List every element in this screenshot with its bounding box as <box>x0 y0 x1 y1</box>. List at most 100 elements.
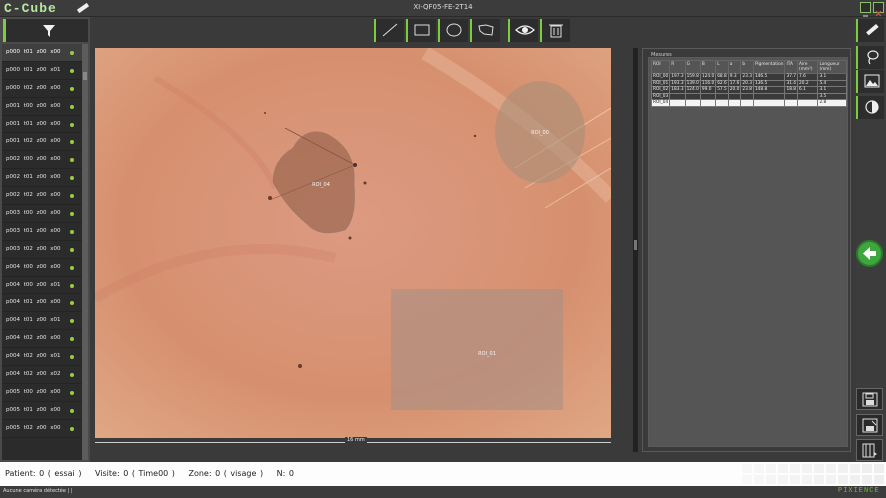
skin-image: ROI_00 ROI_01 ROI_04 <box>95 48 611 438</box>
table-cell: 159.8 <box>684 73 701 81</box>
file-list-item[interactable]: p003 t02 z00 x00 <box>2 241 82 259</box>
save-as-icon <box>862 418 878 433</box>
trash-icon <box>549 24 563 38</box>
measures-panel: Mesures ROI R G B La b Pigmentation ITA Aire (mm… <box>642 48 851 452</box>
rectangle-icon <box>414 24 430 36</box>
file-list-item[interactable]: p004 t00 z00 x00 <box>2 259 82 277</box>
file-list-item[interactable]: p004 t00 z00 x01 <box>2 277 82 295</box>
column-header[interactable]: ROI <box>650 60 671 74</box>
ruler-icon <box>866 23 879 36</box>
filter-icon <box>43 25 55 37</box>
file-item-label: p002 t01 z00 x00 <box>6 174 61 181</box>
line-tool-button[interactable] <box>374 19 404 42</box>
image-button[interactable] <box>856 70 884 93</box>
status-dot-icon <box>70 140 74 145</box>
status-dot-icon <box>70 355 74 360</box>
status-info: Patient: 0 ( essai ) Visite: 0 ( Time00 … <box>5 469 304 478</box>
lasso-tool-button[interactable] <box>856 46 884 69</box>
file-list-item[interactable]: p004 t02 z00 x00 <box>2 330 82 349</box>
decorative-pixel-grid <box>742 464 884 485</box>
file-list-item[interactable]: p003 t00 z00 x00 <box>2 205 82 223</box>
file-list-scrollbar[interactable] <box>82 44 88 460</box>
file-list-item[interactable]: p005 t00 z00 x00 <box>2 384 82 402</box>
file-list-item[interactable]: p005 t01 z00 x00 <box>2 402 82 420</box>
pixel-cell <box>862 475 872 484</box>
save-button[interactable] <box>856 388 883 410</box>
column-header[interactable]: Pigmentation <box>752 60 786 74</box>
pixel-cell <box>850 475 860 484</box>
table-cell: 139.0 <box>684 79 701 87</box>
table-cell: 124.0 <box>699 73 717 81</box>
eye-icon <box>515 25 535 35</box>
panel-splitter[interactable] <box>633 48 638 452</box>
arrow-left-icon <box>863 247 876 260</box>
status-dot-icon <box>70 176 74 181</box>
table-cell: ROI_00 <box>650 73 671 81</box>
column-header[interactable]: ITA <box>784 60 799 74</box>
delete-button[interactable] <box>540 19 570 42</box>
column-header[interactable]: B <box>699 60 717 74</box>
pixel-cell <box>826 475 836 484</box>
rectangle-tool-button[interactable] <box>406 19 436 42</box>
file-list-item[interactable]: p005 t02 z00 x00 <box>2 420 82 438</box>
file-list-item[interactable]: p003 t01 z00 x00 <box>2 223 82 241</box>
back-button[interactable] <box>856 240 883 267</box>
file-list-item[interactable]: p000 t01 z00 x00 <box>2 44 82 62</box>
roi-label-04: ROI_04 <box>312 182 330 188</box>
scrollbar-thumb[interactable] <box>83 72 87 80</box>
measures-table-container[interactable]: ROI R G B La b Pigmentation ITA Aire (mm²) Longue… <box>648 57 848 447</box>
pixel-cell <box>754 475 764 484</box>
file-item-label: p004 t02 z00 x01 <box>6 353 61 360</box>
measures-table[interactable]: ROI R G B La b Pigmentation ITA Aire (mm²) Longue… <box>650 60 847 107</box>
file-list-item[interactable]: p004 t01 z00 x01 <box>2 312 82 331</box>
file-list-item[interactable]: p002 t02 z00 x00 <box>2 187 82 206</box>
export-table-button[interactable] <box>856 439 883 461</box>
file-list-item[interactable]: p004 t01 z00 x00 <box>2 294 82 313</box>
file-list-item[interactable]: p000 t01 z00 x01 <box>2 62 82 80</box>
file-list-item[interactable]: p000 t02 z00 x00 <box>2 80 82 98</box>
ellipse-tool-button[interactable] <box>438 19 468 42</box>
column-header[interactable]: G <box>684 60 701 74</box>
file-list-item[interactable]: p001 t02 z00 x00 <box>2 133 82 152</box>
table-cell: ROI_03 <box>650 92 671 100</box>
splitter-grip[interactable] <box>634 240 637 250</box>
dermoscopy-image-viewer[interactable]: ROI_00 ROI_01 ROI_04 <box>95 48 611 438</box>
file-list-item[interactable]: p004 t02 z00 x01 <box>2 348 82 367</box>
brand-logo: PIXIENCE <box>838 487 880 495</box>
table-cell <box>752 99 786 107</box>
status-dot-icon <box>70 337 74 342</box>
file-list-item[interactable]: p004 t02 z00 x02 <box>2 366 82 384</box>
measure-tool-button[interactable] <box>856 19 884 42</box>
table-cell <box>784 99 799 107</box>
file-list-item[interactable]: p001 t00 z00 x00 <box>2 98 82 116</box>
column-header[interactable]: a <box>727 60 742 74</box>
column-header[interactable]: Aire (mm²) <box>797 60 819 74</box>
file-list-item[interactable]: p001 t01 z00 x00 <box>2 116 82 134</box>
line-tool-icon <box>382 23 398 37</box>
freehand-tool-button[interactable] <box>470 19 500 42</box>
contrast-button[interactable] <box>856 96 884 119</box>
column-header[interactable]: Longueur (mm) <box>817 60 847 74</box>
table-cell: ROI_02 <box>650 86 671 94</box>
column-header[interactable]: b <box>740 60 754 74</box>
file-item-label: p004 t02 z00 x02 <box>6 371 61 378</box>
table-row[interactable]: ROI_04 2.8 <box>650 99 847 107</box>
column-header[interactable]: L <box>715 60 729 74</box>
close-button[interactable] <box>873 2 884 17</box>
status-dot-icon <box>70 122 74 127</box>
table-cell: 23.8 <box>740 86 754 94</box>
status-dot-icon <box>70 319 74 324</box>
save-as-button[interactable] <box>856 414 883 436</box>
pixel-cell <box>790 475 800 484</box>
file-list[interactable]: p000 t01 z00 x00 p000 t01 z00 x01 p000 t02… <box>2 44 82 460</box>
file-list-item[interactable]: p002 t00 z00 x00 <box>2 151 82 170</box>
pixel-cell <box>838 464 848 473</box>
filter-button[interactable] <box>3 19 88 42</box>
minimize-button[interactable] <box>860 2 871 17</box>
visibility-toggle-button[interactable] <box>508 19 538 42</box>
pixel-cell <box>850 464 860 473</box>
table-cell: 197.3 <box>669 73 686 81</box>
column-header[interactable]: R <box>669 60 686 74</box>
file-list-item[interactable]: p002 t01 z00 x00 <box>2 169 82 188</box>
title-bar: C-Cube XI-QF05-FE-2T14 <box>0 0 886 17</box>
